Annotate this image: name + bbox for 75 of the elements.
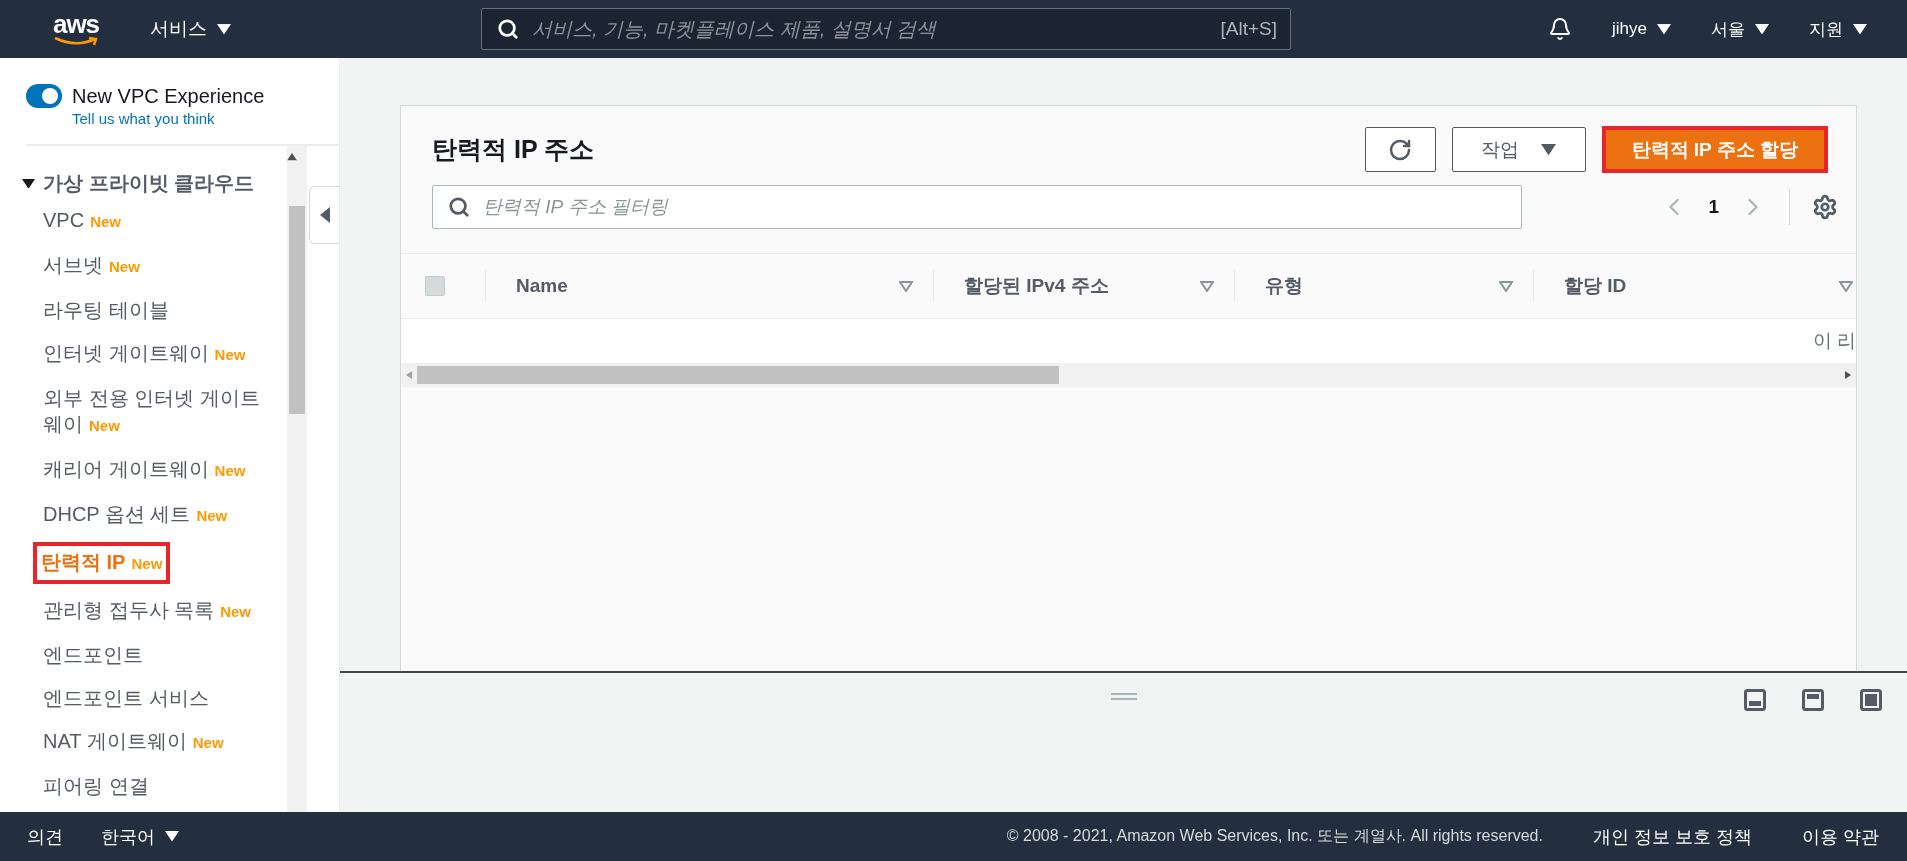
column-header[interactable]: 할당 ID — [1564, 273, 1627, 299]
scroll-up-icon — [287, 152, 298, 160]
toggle-switch[interactable] — [26, 84, 62, 108]
new-label: New — [220, 603, 251, 620]
nav-item[interactable]: 엔드포인트 서비스 — [43, 685, 209, 711]
scrollbar[interactable] — [287, 146, 307, 812]
panel-layout-icon[interactable] — [1802, 689, 1824, 711]
panel-title: 탄력적 IP 주소 — [432, 134, 596, 165]
nav-item[interactable]: 관리형 접두사 목록 New — [43, 597, 251, 625]
nav-item[interactable]: 엔드포인트 — [43, 642, 143, 668]
search-icon — [448, 196, 470, 218]
support-menu[interactable]: 지원 — [1809, 17, 1867, 41]
scroll-right-icon — [1845, 371, 1851, 379]
new-label: New — [109, 258, 140, 275]
feedback-link[interactable]: 의견 — [27, 824, 63, 849]
copyright-text: © 2008 - 2021, Amazon Web Services, Inc. 또는 계열사. All rights reserved. — [1006, 826, 1543, 846]
nav-item[interactable]: 피어링 연결 — [43, 773, 149, 799]
empty-message: 이 리 — [1812, 329, 1856, 353]
column-header[interactable]: Name — [516, 275, 568, 297]
new-label: New — [90, 213, 121, 230]
filter-field[interactable]: 탄력적 IP 주소 필터링 — [432, 185, 1522, 229]
scroll-left-icon — [406, 371, 412, 379]
refresh-button[interactable] — [1364, 127, 1436, 172]
nav-item[interactable]: 캐리어 게이트웨이 New — [43, 456, 246, 484]
nav-item[interactable]: NAT 게이트웨이 New — [43, 728, 224, 756]
nav-item[interactable]: 외부 전용 인터넷 게이트웨이 New — [43, 385, 267, 439]
smile-arrow-icon — [53, 36, 99, 46]
nav-item[interactable]: 라우팅 테이블 — [43, 297, 169, 323]
footer-link[interactable]: 이용 약관 — [1802, 824, 1879, 849]
new-label: New — [214, 346, 246, 363]
notifications-button[interactable] — [1548, 17, 1573, 41]
services-menu[interactable]: 서비스 — [150, 16, 231, 42]
caret-left-icon — [319, 207, 330, 223]
actions-button[interactable]: 작업 — [1451, 127, 1586, 172]
settings-button[interactable] — [1812, 194, 1838, 220]
search-icon — [497, 18, 519, 40]
caret-icon — [217, 23, 231, 35]
caret-icon — [1657, 23, 1671, 35]
caret-icon — [165, 831, 179, 842]
aws-logo[interactable]: aws — [52, 12, 100, 36]
sort-icon[interactable] — [1499, 280, 1513, 292]
region-menu[interactable]: 서울 — [1711, 17, 1769, 41]
new-label: New — [89, 417, 120, 434]
caret-icon — [1853, 23, 1867, 35]
collapse-button[interactable] — [309, 186, 339, 244]
bell-icon — [1548, 17, 1573, 41]
feedback-link[interactable]: Tell us what you think — [72, 110, 339, 127]
shortcut-hint: [Alt+S] — [1220, 18, 1277, 40]
section-header[interactable]: 가상 프라이빗 클라우드 — [22, 170, 255, 197]
language-menu[interactable]: 한국어 — [101, 824, 179, 849]
sort-icon[interactable] — [1839, 280, 1853, 292]
nav-item[interactable]: 서브넷 New — [43, 252, 140, 280]
sort-icon[interactable] — [1200, 280, 1214, 292]
new-label: New — [214, 462, 246, 479]
nav-item[interactable]: DHCP 옵션 세트 New — [43, 501, 228, 529]
column-header[interactable]: 할당된 IPv4 주소 — [964, 273, 1109, 299]
page-number[interactable]: 1 — [1702, 196, 1725, 218]
settings-icon — [1812, 194, 1838, 220]
user-menu[interactable]: jihye — [1612, 19, 1671, 39]
horizontal-scrollbar[interactable] — [401, 363, 1856, 387]
new-label: New — [196, 507, 228, 524]
caret-icon — [1541, 143, 1557, 156]
refresh-icon — [1388, 137, 1413, 162]
column-header[interactable]: 유형 — [1265, 273, 1303, 299]
caret-icon — [1755, 23, 1769, 35]
toggle-label: New VPC Experience — [72, 84, 265, 108]
nav-item[interactable]: 인터넷 게이트웨이 New — [43, 340, 246, 368]
panel-layout-icon[interactable] — [1860, 689, 1882, 711]
resize-handle[interactable] — [1110, 693, 1137, 700]
panel-layout-icon[interactable] — [1744, 689, 1766, 711]
nav-item[interactable]: VPC New — [43, 207, 121, 235]
sort-icon[interactable] — [899, 280, 913, 292]
footer-link[interactable]: 개인 정보 보호 정책 — [1592, 824, 1752, 849]
new-label: New — [192, 734, 224, 751]
new-label: New — [131, 555, 163, 572]
